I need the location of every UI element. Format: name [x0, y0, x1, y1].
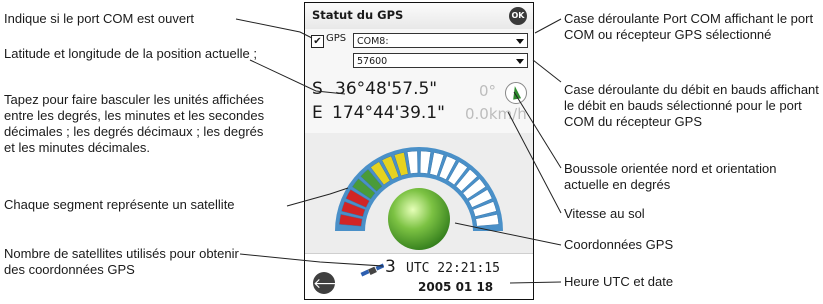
- utc-time: UTC 22:21:15: [406, 261, 500, 276]
- compass-icon: [505, 82, 527, 104]
- title-bar: Statut du GPS OK: [305, 3, 533, 29]
- satellite-icon: [360, 263, 384, 277]
- latitude-value[interactable]: 36°48'57.5": [335, 79, 437, 99]
- satellite-gauge-area: [305, 133, 533, 253]
- heading-value: 0°: [479, 82, 497, 100]
- annotation-baud-dropdown: Case déroulante du débit en bauds affich…: [564, 82, 819, 129]
- annotation-com-port-dropdown: Case déroulante Port COM affichant le po…: [564, 11, 814, 42]
- gps-status-screen: Statut du GPS OK ✔ GPS COM8: 57600 S 36°…: [304, 2, 534, 300]
- ground-speed-value: 0.0km/h: [465, 105, 527, 123]
- baud-rate-dropdown[interactable]: 57600: [353, 53, 528, 68]
- annotation-ground-speed: Vitesse au sol: [564, 206, 645, 221]
- gps-globe-icon: [388, 188, 450, 250]
- com-port-value: COM8:: [357, 36, 389, 47]
- gps-checkbox-label: GPS: [326, 33, 347, 44]
- annotation-lat-long: Latitude et longitude de la position act…: [4, 46, 257, 61]
- longitude-hemisphere[interactable]: E: [312, 103, 323, 123]
- utc-date: 2005 01 18: [418, 280, 494, 294]
- annotation-compass: Boussole orientée nord et orientation ac…: [564, 161, 777, 192]
- longitude-value[interactable]: 174°44'39.1": [332, 103, 445, 123]
- annotation-gps-coordinates: Coordonnées GPS: [564, 237, 674, 252]
- latitude-hemisphere[interactable]: S: [312, 79, 323, 99]
- satellite-gauge: [335, 147, 503, 250]
- annotation-toggle-units: Tapez pour faire basculer les unités aff…: [4, 92, 265, 155]
- com-port-dropdown[interactable]: COM8:: [353, 33, 528, 48]
- ok-button[interactable]: OK: [509, 7, 527, 25]
- chevron-down-icon: [516, 39, 524, 44]
- annotation-utc-date: Heure UTC et date: [564, 274, 674, 289]
- back-arrow-button[interactable]: 🡐: [313, 272, 351, 294]
- satellite-count: 3: [385, 257, 396, 277]
- annotation-com-port-open: Indique si le port COM est ouvert: [4, 11, 195, 26]
- chevron-down-icon: [516, 59, 524, 64]
- baud-rate-value: 57600: [357, 56, 388, 67]
- window-title: Statut du GPS: [312, 8, 404, 22]
- annotation-segment-satellite: Chaque segment représente un satellite: [4, 197, 235, 212]
- annotation-satellites-count: Nombre de satellites utilisés pour obten…: [4, 246, 239, 277]
- gps-checkbox[interactable]: ✔: [311, 35, 324, 48]
